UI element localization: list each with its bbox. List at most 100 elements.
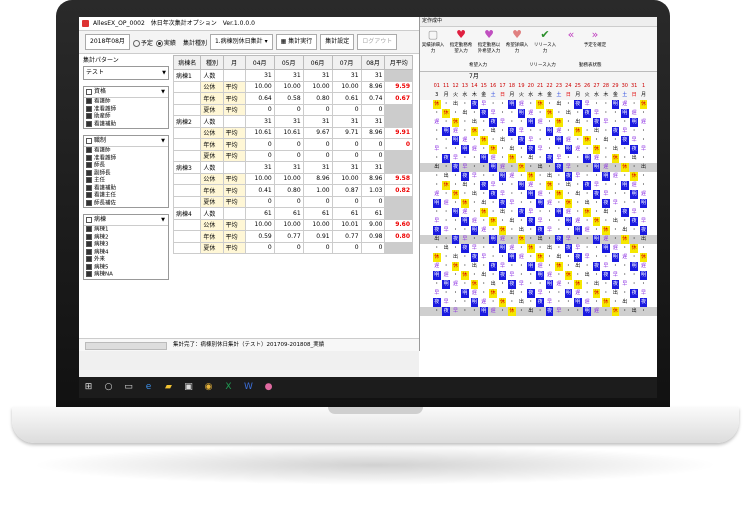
- schedule-cell[interactable]: ・: [630, 298, 638, 307]
- schedule-cell[interactable]: 出: [574, 262, 582, 271]
- schedule-cell[interactable]: ・: [621, 190, 629, 199]
- schedule-cell[interactable]: ・: [452, 226, 460, 235]
- schedule-cell[interactable]: 休: [621, 163, 629, 172]
- schedule-cell[interactable]: 夜: [564, 244, 573, 253]
- schedule-cell[interactable]: ・: [508, 298, 516, 307]
- schedule-cell[interactable]: 明: [555, 136, 563, 145]
- schedule-cell[interactable]: 休: [433, 100, 441, 109]
- schedule-cell[interactable]: 出: [471, 190, 479, 199]
- schedule-cell[interactable]: ・: [640, 154, 648, 163]
- schedule-cell[interactable]: ・: [452, 217, 460, 226]
- schedule-cell[interactable]: 出: [555, 100, 563, 109]
- schedule-cell[interactable]: ・: [508, 136, 516, 145]
- schedule-cell[interactable]: ・: [602, 145, 610, 154]
- schedule-cell[interactable]: 遅: [630, 109, 638, 118]
- schedule-cell[interactable]: 休: [611, 154, 620, 163]
- schedule-cell[interactable]: 遅: [518, 253, 526, 262]
- schedule-cell[interactable]: ・: [612, 118, 620, 127]
- schedule-cell[interactable]: 夜: [461, 244, 469, 253]
- schedule-cell[interactable]: ・: [508, 235, 516, 244]
- schedule-cell[interactable]: ・: [471, 271, 479, 280]
- schedule-cell[interactable]: ・: [574, 136, 582, 145]
- schedule-cell[interactable]: 出: [574, 190, 582, 199]
- schedule-cell[interactable]: 夜: [602, 271, 610, 280]
- schedule-cell[interactable]: ・: [574, 199, 582, 208]
- schedule-cell[interactable]: 早: [508, 199, 516, 208]
- schedule-cell[interactable]: 早: [461, 163, 469, 172]
- schedule-cell[interactable]: 出: [461, 109, 469, 118]
- schedule-cell[interactable]: ・: [461, 190, 469, 199]
- schedule-cell[interactable]: ・: [612, 136, 620, 145]
- schedule-cell[interactable]: ・: [461, 154, 469, 163]
- schedule-cell[interactable]: 休: [555, 262, 563, 271]
- schedule-cell[interactable]: ・: [630, 163, 638, 172]
- schedule-cell[interactable]: ・: [621, 262, 629, 271]
- schedule-cell[interactable]: ・: [499, 280, 507, 289]
- schedule-cell[interactable]: 15: [480, 82, 488, 91]
- schedule-cell[interactable]: 出: [602, 136, 610, 145]
- schedule-cell[interactable]: ・: [593, 199, 601, 208]
- schedule-cell[interactable]: ・: [602, 289, 610, 298]
- schedule-cell[interactable]: 早: [640, 289, 648, 298]
- schedule-cell[interactable]: ・: [546, 100, 554, 109]
- schedule-cell[interactable]: ・: [602, 181, 610, 190]
- schedule-cell[interactable]: 夜: [630, 289, 638, 298]
- schedule-cell[interactable]: ・: [527, 163, 535, 172]
- pattern-select[interactable]: テスト ▼: [83, 66, 169, 80]
- schedule-cell[interactable]: ・: [536, 307, 544, 316]
- schedule-cell[interactable]: 月: [442, 91, 450, 100]
- schedule-cell[interactable]: 夜: [630, 145, 638, 154]
- schedule-cell[interactable]: 遅: [546, 199, 554, 208]
- schedule-cell[interactable]: 早: [433, 217, 441, 226]
- schedule-cell[interactable]: 夜: [470, 253, 479, 262]
- schedule-cell[interactable]: ・: [442, 163, 450, 172]
- schedule-cell[interactable]: 明: [517, 181, 526, 190]
- schedule-cell[interactable]: 木: [536, 91, 544, 100]
- schedule-cell[interactable]: ・: [452, 271, 460, 280]
- schedule-cell[interactable]: 早: [489, 109, 497, 118]
- schedule-cell[interactable]: 休: [574, 280, 582, 289]
- schedule-cell[interactable]: 出: [555, 253, 563, 262]
- schedule-cell[interactable]: 出: [442, 244, 450, 253]
- schedule-cell[interactable]: 出: [621, 226, 629, 235]
- schedule-cell[interactable]: 早: [630, 208, 638, 217]
- schedule-cell[interactable]: ・: [630, 271, 638, 280]
- schedule-cell[interactable]: 出: [489, 280, 497, 289]
- schedule-cell[interactable]: ・: [555, 217, 563, 226]
- schedule-cell[interactable]: ・: [480, 190, 488, 199]
- schedule-cell[interactable]: 休: [498, 226, 507, 235]
- schedule-cell[interactable]: ・: [480, 235, 488, 244]
- schedule-cell[interactable]: ・: [518, 154, 526, 163]
- schedule-cell[interactable]: ・: [602, 217, 610, 226]
- schedule-cell[interactable]: 休: [480, 208, 488, 217]
- schedule-cell[interactable]: ・: [489, 136, 497, 145]
- schedule-cell[interactable]: 明: [583, 307, 591, 316]
- schedule-cell[interactable]: 遅: [527, 181, 535, 190]
- schedule-cell[interactable]: ・: [471, 199, 479, 208]
- schedule-cell[interactable]: ・: [452, 145, 460, 154]
- table-row[interactable]: 年休 平均 0.59 0.77 0.91 0.77 0.98 0.80: [172, 230, 413, 243]
- schedule-cell[interactable]: 土: [555, 91, 563, 100]
- schedule-cell[interactable]: 明: [433, 199, 441, 208]
- schedule-cell[interactable]: 休: [489, 217, 497, 226]
- schedule-cell[interactable]: ・: [640, 307, 648, 316]
- schedule-cell[interactable]: 休: [461, 271, 469, 280]
- schedule-cell[interactable]: ・: [480, 118, 488, 127]
- schedule-cell[interactable]: ・: [555, 181, 563, 190]
- schedule-cell[interactable]: ・: [508, 208, 516, 217]
- schedule-cell[interactable]: 木: [602, 91, 610, 100]
- schedule-cell[interactable]: ・: [583, 190, 591, 199]
- schedule-cell[interactable]: ・: [471, 208, 479, 217]
- schedule-cell[interactable]: 出: [593, 127, 601, 136]
- schedule-cell[interactable]: 早: [602, 190, 610, 199]
- schedule-cell[interactable]: ・: [555, 109, 563, 118]
- schedule-cell[interactable]: 夜: [527, 289, 535, 298]
- schedule-cell[interactable]: 遅: [461, 136, 469, 145]
- schedule-cell[interactable]: ・: [433, 109, 441, 118]
- schedule-cell[interactable]: 明: [602, 172, 610, 181]
- schedule-cell[interactable]: 21: [536, 82, 544, 91]
- schedule-cell[interactable]: 遅: [583, 226, 591, 235]
- schedule-cell[interactable]: ・: [602, 253, 610, 262]
- schedule-cell[interactable]: 早: [499, 118, 507, 127]
- table-row[interactable]: 年休 平均 0 0 0 0 0 0: [172, 138, 413, 151]
